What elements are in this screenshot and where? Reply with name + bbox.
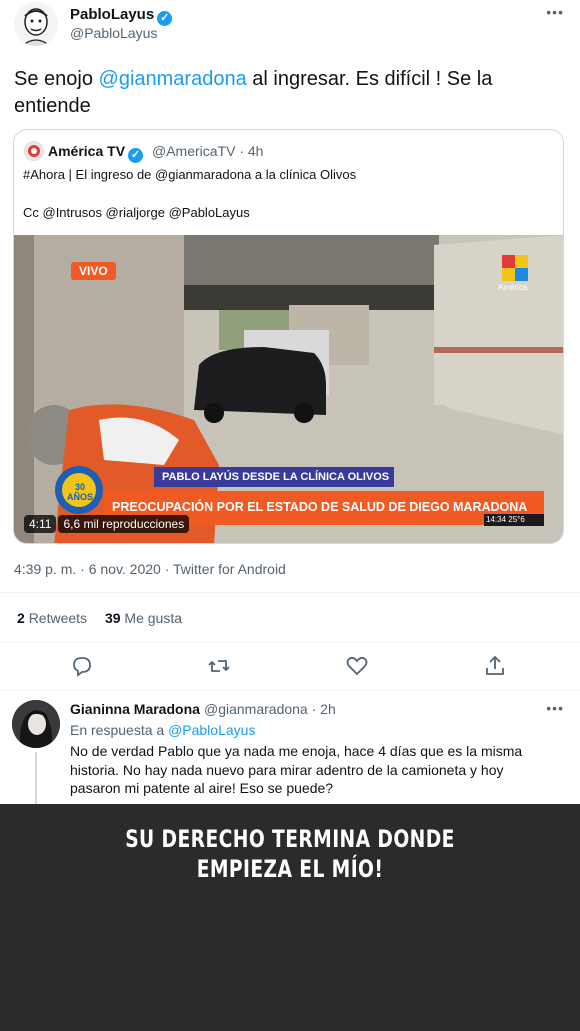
more-dots-icon[interactable]: ••• [546, 4, 564, 20]
broadcast-clock: 14:34 25°6 [486, 515, 525, 524]
tweet-mention-link[interactable]: @gianmaradona [99, 68, 247, 90]
quoted-author-avatar [24, 141, 44, 161]
thread-connector [35, 752, 37, 804]
video-views: 6,6 mil reproducciones [58, 515, 190, 533]
anniversary-logo: 30 AÑOS [66, 482, 93, 502]
video-duration-views: 4:11 6,6 mil reproducciones [24, 515, 190, 533]
reply-author-meta[interactable]: @gianmaradona · 2h [204, 701, 336, 717]
author-handle[interactable]: @PabloLayus [70, 25, 157, 41]
video-duration: 4:11 [24, 515, 57, 533]
lower-third-top: PABLO LAYÚS DESDE LA CLÍNICA OLIVOS [162, 471, 390, 483]
action-bar [0, 654, 580, 680]
story-caption-line1: SU DERECHO TERMINA DONDE [125, 825, 455, 853]
live-badge: VIVO [71, 262, 116, 280]
likes-count: 39 [104, 610, 121, 626]
channel-bug-label: América [498, 283, 528, 292]
quoted-tweet-card[interactable]: América TV ✓ @AmericaTV · 4h #Ahora | El … [13, 129, 564, 544]
quoted-text-line1: #Ahora | El ingreso de @gianmaradona a l… [23, 167, 357, 182]
tweet-timestamp[interactable]: 4:39 p. m. · 6 nov. 2020 · Twitter for A… [14, 561, 286, 577]
verified-badge-icon: ✓ [128, 148, 144, 163]
share-icon[interactable] [483, 654, 509, 680]
story-caption: SU DERECHO TERMINA DONDE EMPIEZA EL MÍO! [64, 824, 516, 884]
author-avatar[interactable] [14, 2, 58, 46]
tweet-stats: 2 Retweets 39 Me gusta [17, 610, 182, 626]
author-name[interactable]: PabloLayus ✓ [70, 6, 173, 26]
tweet-text: Se enojo @gianmaradona al ingresar. Es d… [14, 66, 554, 120]
tweet-text-before: Se enojo [14, 68, 99, 90]
reply-author-name[interactable]: Gianinna Maradona [70, 701, 200, 717]
reply-to-link[interactable]: @PabloLayus [168, 722, 255, 738]
divider [0, 642, 580, 643]
lower-third-main: PREOCUPACIÓN POR EL ESTADO DE SALUD DE D… [112, 500, 528, 514]
story-caption-panel: SU DERECHO TERMINA DONDE EMPIEZA EL MÍO! [0, 804, 580, 1031]
likes-label: Me gusta [124, 610, 182, 626]
reply-context-prefix: En respuesta a [70, 722, 169, 738]
reply-icon[interactable] [70, 654, 96, 680]
like-icon[interactable] [345, 654, 371, 680]
reply-context: En respuesta a @PabloLayus [70, 722, 255, 738]
quoted-author-name: América TV ✓ [48, 143, 144, 163]
reply-author-avatar[interactable] [12, 700, 60, 748]
video-frame-image [14, 235, 563, 543]
reply-text: No de verdad Pablo que ya nada me enoja,… [70, 743, 523, 796]
likes-stat[interactable]: 39 Me gusta [105, 610, 182, 626]
quoted-text-line2: Cc @Intrusos @rialjorge @PabloLayus [23, 205, 250, 220]
verified-badge-icon: ✓ [157, 11, 173, 26]
retweets-stat[interactable]: 2 Retweets [17, 610, 87, 626]
retweets-count: 2 [17, 610, 25, 626]
more-dots-icon[interactable]: ••• [546, 700, 564, 716]
retweets-label: Retweets [28, 610, 88, 626]
divider [0, 592, 580, 593]
retweet-icon[interactable] [207, 654, 233, 680]
quoted-author-meta: @AmericaTV · 4h [152, 143, 264, 159]
story-caption-line2: EMPIEZA EL MÍO! [196, 855, 384, 883]
divider [0, 690, 580, 691]
author-name-text[interactable]: PabloLayus [70, 6, 154, 23]
video-player[interactable]: VIVO América 30 AÑOS PABLO LAYÚS DESDE L… [14, 235, 563, 543]
quoted-author-name-text: América TV [48, 143, 126, 159]
